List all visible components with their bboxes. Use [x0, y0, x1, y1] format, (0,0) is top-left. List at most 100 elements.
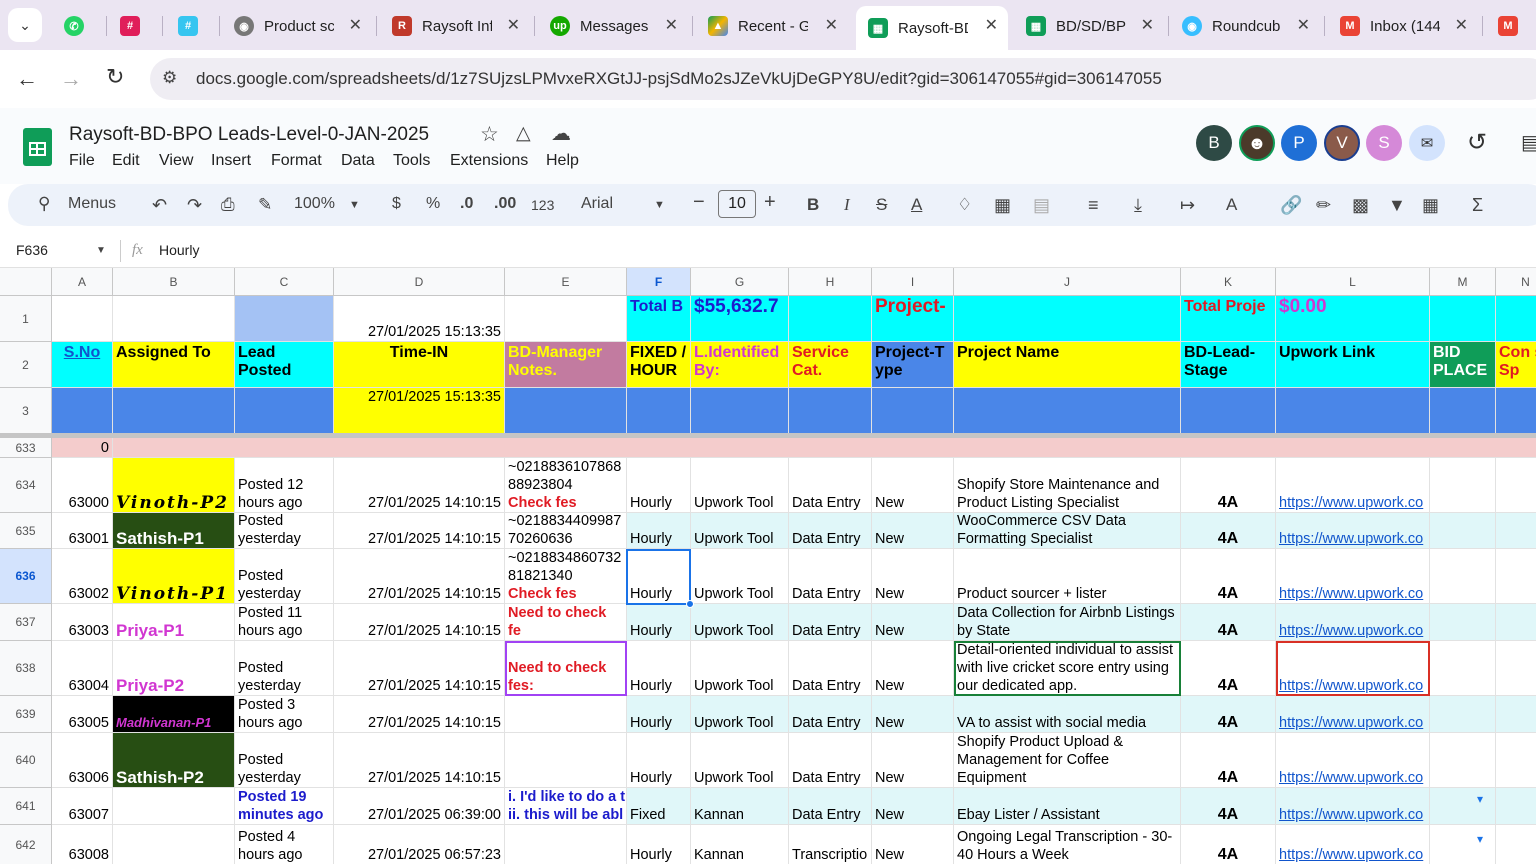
cell-b1[interactable]: [113, 296, 235, 342]
cell-g3[interactable]: [691, 388, 789, 434]
table-cell[interactable]: https://www.upwork.co: [1276, 513, 1430, 549]
row-header-1[interactable]: 1: [0, 296, 52, 342]
browser-tab-gmail-2[interactable]: M: [1486, 6, 1536, 46]
table-cell[interactable]: https://www.upwork.co: [1276, 696, 1430, 733]
table-cell[interactable]: New: [872, 604, 954, 641]
table-cell[interactable]: Vinoth-P1: [113, 549, 235, 604]
move-to-drive-icon[interactable]: △: [516, 122, 531, 145]
table-cell[interactable]: [1496, 825, 1536, 864]
cell-f1[interactable]: Total B: [627, 296, 691, 342]
paint-format-icon[interactable]: ✎: [258, 195, 272, 215]
browser-tab-slack-2[interactable]: #: [166, 6, 216, 46]
menu-tools[interactable]: Tools: [393, 152, 430, 170]
column-header-h[interactable]: H: [789, 268, 872, 296]
browser-tab-product[interactable]: ◉ Product sc ✕: [222, 6, 372, 46]
table-cell[interactable]: [113, 825, 235, 864]
table-cell[interactable]: [1430, 458, 1496, 513]
cell-n3[interactable]: [1496, 388, 1536, 434]
cell-c1[interactable]: [235, 296, 334, 342]
browser-tab-bd-sd[interactable]: ▦ BD/SD/BP ✕: [1014, 6, 1164, 46]
table-cell[interactable]: Data Entry: [789, 458, 872, 513]
table-cell[interactable]: Data Entry: [789, 788, 872, 825]
close-icon[interactable]: ✕: [1455, 15, 1468, 35]
browser-tab-whatsapp[interactable]: ✆: [52, 6, 102, 46]
table-cell[interactable]: 4A: [1181, 458, 1276, 513]
text-rotation-icon[interactable]: A: [1226, 195, 1237, 215]
browser-tab-drive[interactable]: ▲ Recent - G ✕: [696, 6, 848, 46]
cell-j3[interactable]: [954, 388, 1181, 434]
table-cell[interactable]: 4A: [1181, 733, 1276, 788]
avatar-s[interactable]: S: [1366, 125, 1402, 161]
table-cell[interactable]: 0: [52, 438, 113, 458]
cell-d2[interactable]: Time-IN: [334, 342, 505, 388]
browser-tab-slack-1[interactable]: #: [108, 6, 158, 46]
table-cell[interactable]: 27/01/2025 14:10:15: [334, 458, 505, 513]
document-title[interactable]: Raysoft-BD-BPO Leads-Level-0-JAN-2025: [69, 124, 429, 146]
menu-extensions[interactable]: Extensions: [450, 152, 528, 170]
avatar-v[interactable]: V: [1324, 125, 1360, 161]
menu-format[interactable]: Format: [271, 152, 322, 170]
table-cell[interactable]: https://www.upwork.co: [1276, 788, 1430, 825]
browser-tab-inbox[interactable]: M Inbox (144 ✕: [1328, 6, 1478, 46]
table-cell[interactable]: Priya-P2: [113, 641, 235, 696]
table-cell[interactable]: 63005: [52, 696, 113, 733]
row-header-633[interactable]: 633: [0, 438, 52, 458]
column-header-i[interactable]: I: [872, 268, 954, 296]
comments-icon[interactable]: ▤: [1521, 130, 1536, 155]
column-header-l[interactable]: L: [1276, 268, 1430, 296]
browser-tab-raysoft-bd[interactable]: ▦ Raysoft-BD ✕: [856, 6, 1008, 50]
table-cell[interactable]: New: [872, 733, 954, 788]
browser-tab-roundcube[interactable]: ◉ Roundcub ✕: [1170, 6, 1320, 46]
cell-l1[interactable]: $0.00: [1276, 296, 1430, 342]
cell-b3[interactable]: [113, 388, 235, 434]
column-header-e[interactable]: E: [505, 268, 627, 296]
table-cell[interactable]: https://www.upwork.co: [1276, 549, 1430, 604]
decrease-font-size-icon[interactable]: −: [693, 191, 705, 214]
cell-i2[interactable]: Project-Type: [872, 342, 954, 388]
chart-icon[interactable]: ▩: [1352, 195, 1369, 216]
cell-n1[interactable]: [1496, 296, 1536, 342]
column-header-k[interactable]: K: [1181, 268, 1276, 296]
column-header-b[interactable]: B: [113, 268, 235, 296]
decrease-decimal-button[interactable]: .0: [460, 195, 473, 213]
font-size-input[interactable]: 10: [718, 190, 756, 218]
table-cell[interactable]: [505, 825, 627, 864]
table-cell[interactable]: Posted 19 minutes ago: [235, 788, 334, 825]
table-cell[interactable]: 63008: [52, 825, 113, 864]
row-header-642[interactable]: 642: [0, 825, 52, 864]
table-cell[interactable]: 27/01/2025 06:39:00: [334, 788, 505, 825]
close-icon[interactable]: ✕: [1141, 15, 1154, 35]
spreadsheet-grid[interactable]: A B C D E F G H I J K L M N 1 27/01/2025…: [0, 268, 1536, 864]
close-icon[interactable]: ✕: [1297, 15, 1310, 35]
table-cell[interactable]: 1: [1496, 513, 1536, 549]
close-icon[interactable]: ✕: [825, 15, 838, 35]
close-icon[interactable]: ✕: [507, 15, 520, 35]
menu-view[interactable]: View: [159, 152, 193, 170]
print-icon[interactable]: ⎙: [221, 195, 235, 215]
cell-i1[interactable]: Project-: [872, 296, 954, 342]
table-cell[interactable]: [505, 733, 627, 788]
table-cell[interactable]: 1: [1496, 604, 1536, 641]
column-header-m[interactable]: M: [1430, 268, 1496, 296]
table-cell[interactable]: Hourly: [627, 513, 691, 549]
cell-a2[interactable]: S.No: [52, 342, 113, 388]
row-header-639[interactable]: 639: [0, 696, 52, 733]
table-cell[interactable]: Data Entry: [789, 641, 872, 696]
cell-c3[interactable]: [235, 388, 334, 434]
browser-tab-messages[interactable]: up Messages ✕: [538, 6, 688, 46]
table-cell[interactable]: New: [872, 549, 954, 604]
table-cell[interactable]: Upwork Tool: [691, 733, 789, 788]
table-cell[interactable]: Data Entry: [789, 696, 872, 733]
column-header-a[interactable]: A: [52, 268, 113, 296]
table-cell[interactable]: Hourly: [627, 733, 691, 788]
cell-b2[interactable]: Assigned To: [113, 342, 235, 388]
table-cell[interactable]: New: [872, 513, 954, 549]
table-cell[interactable]: 27/01/2025 14:10:15: [334, 549, 505, 604]
cell-c2[interactable]: Lead Posted: [235, 342, 334, 388]
merge-cells-icon[interactable]: ▤: [1033, 195, 1050, 216]
table-cell[interactable]: 4A: [1181, 549, 1276, 604]
avatar-b[interactable]: B: [1196, 125, 1232, 161]
table-cell[interactable]: 27/01/2025 14:10:15: [334, 641, 505, 696]
table-cell[interactable]: Ebay Lister / Assistant: [954, 788, 1181, 825]
table-cell[interactable]: Posted 12 hours ago: [235, 458, 334, 513]
